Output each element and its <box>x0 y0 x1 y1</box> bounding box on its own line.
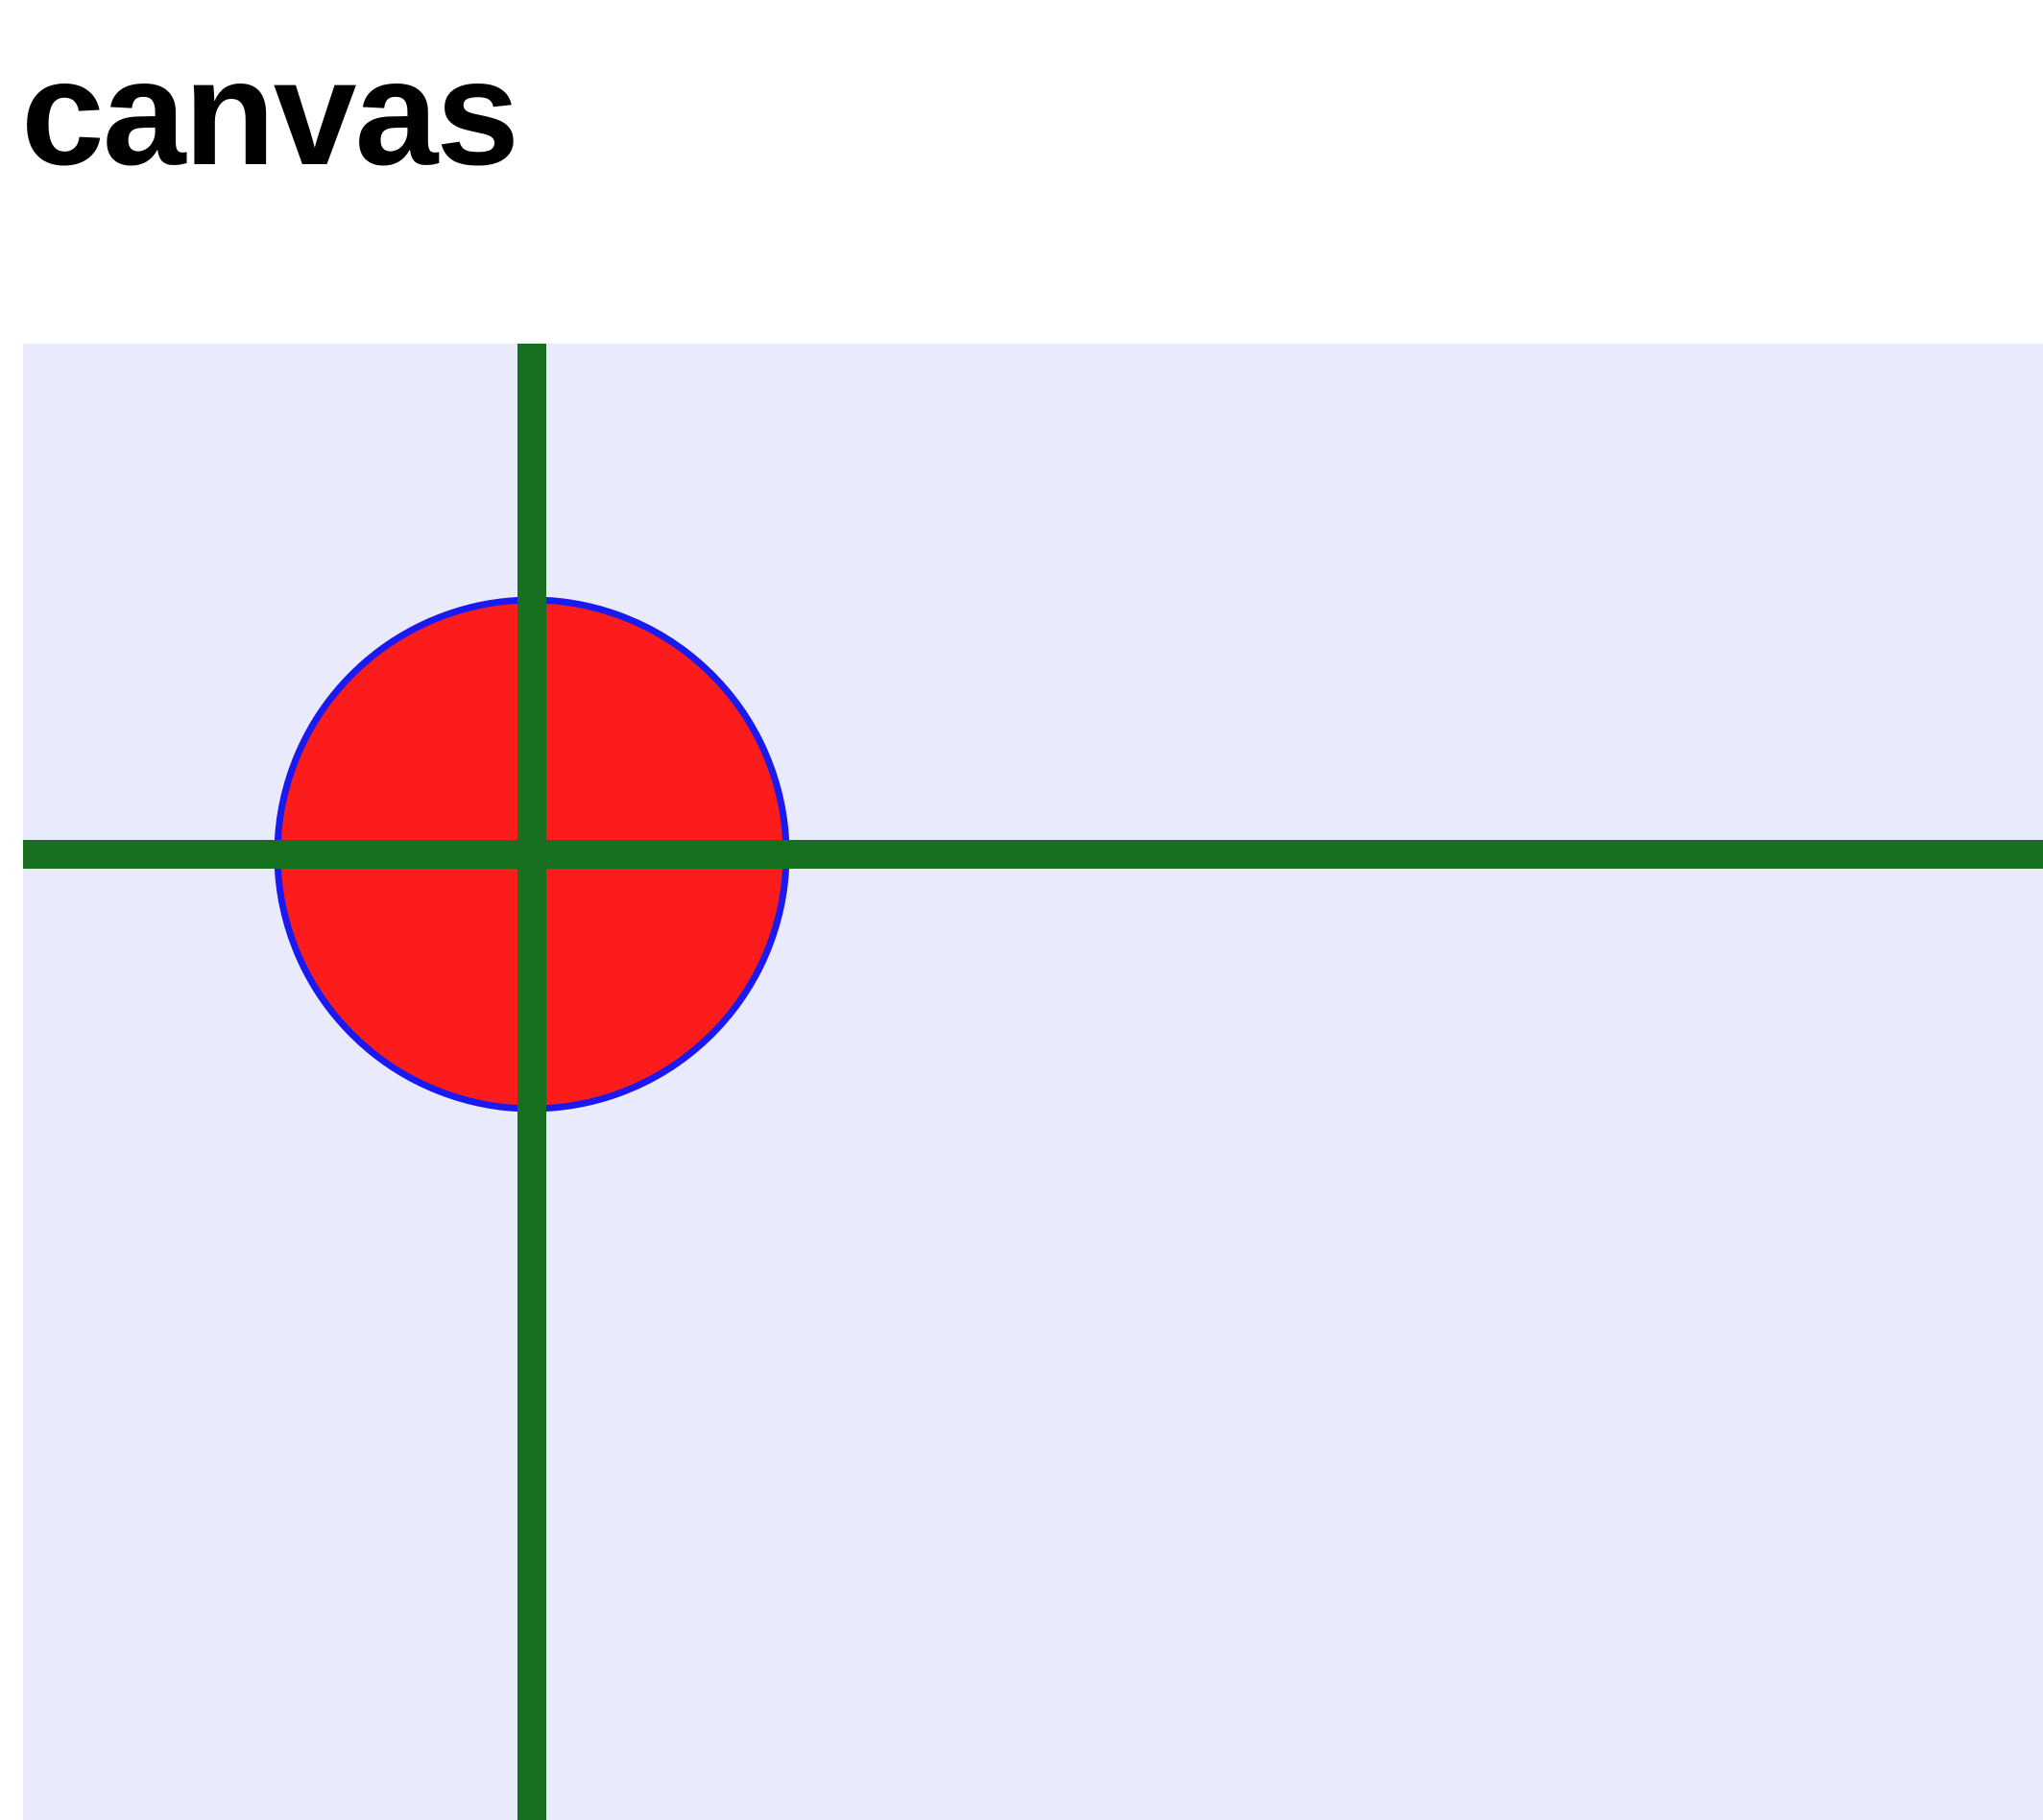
page-title: canvas <box>21 30 519 197</box>
canvas-drawing <box>23 344 2043 1820</box>
canvas[interactable] <box>23 344 2043 1820</box>
canvas-background <box>23 344 2043 1820</box>
